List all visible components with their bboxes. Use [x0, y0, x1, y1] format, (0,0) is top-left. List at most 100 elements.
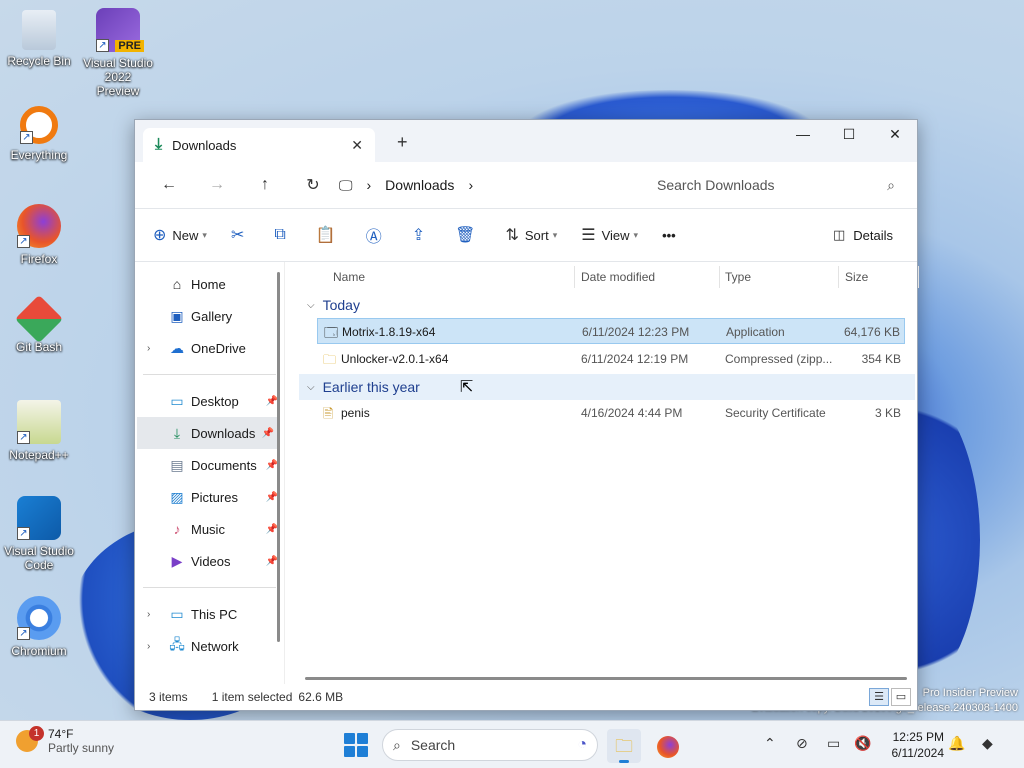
- delete-button[interactable]: 🗑: [455, 225, 481, 245]
- chevron-down-icon: ⌵: [307, 381, 315, 393]
- sidebar-item-gallery[interactable]: ▣ Gallery: [135, 300, 284, 332]
- search-input[interactable]: Search Downloads ⌕: [645, 168, 907, 202]
- column-header-size[interactable]: Size: [845, 270, 868, 284]
- start-button[interactable]: [344, 733, 368, 757]
- chevron-up-icon[interactable]: ⌃: [764, 735, 776, 752]
- volume-icon[interactable]: 🔇: [854, 735, 871, 752]
- chevron-right-icon[interactable]: ›: [147, 343, 150, 354]
- desktop-icon-label: Everything: [10, 148, 68, 162]
- tab-downloads[interactable]: ⤓ Downloads ✕: [143, 128, 375, 162]
- breadcrumb[interactable]: 🖵 › Downloads ›: [339, 168, 635, 202]
- sort-button[interactable]: ⇅ Sort ▾: [505, 225, 557, 245]
- share-button[interactable]: ⇪: [412, 225, 431, 245]
- refresh-button[interactable]: ↻: [289, 175, 337, 195]
- address-bar: ← → ↑ ↻ 🖵 › Downloads › Search Downloads…: [135, 162, 917, 208]
- sidebar-item-home[interactable]: ⌂ Home: [135, 268, 284, 300]
- table-row[interactable]: 🗀 Unlocker-v2.0.1-x64 6/11/2024 12:19 PM…: [317, 346, 905, 372]
- pc-icon[interactable]: 🖵: [339, 177, 353, 194]
- cut-button[interactable]: ✂: [231, 225, 250, 245]
- forward-button[interactable]: →: [193, 176, 241, 194]
- chevron-right-icon[interactable]: ›: [147, 641, 150, 652]
- sidebar-item-network[interactable]: › 🖧 Network: [135, 630, 284, 662]
- column-header-type[interactable]: Type: [725, 270, 751, 284]
- download-icon: ⤓: [155, 136, 163, 153]
- copilot-icon[interactable]: ◆: [982, 735, 993, 752]
- visual-studio-icon: PRE ↗: [96, 8, 144, 52]
- up-button[interactable]: ↑: [241, 176, 289, 194]
- weather-widget[interactable]: 1 74°F Partly sunny: [16, 726, 114, 755]
- application-icon: 🗔: [324, 325, 339, 340]
- close-tab-icon[interactable]: ✕: [351, 137, 363, 154]
- file-size: 3 KB: [874, 406, 901, 420]
- mouse-cursor-icon: ⇱: [459, 379, 474, 396]
- copy-button[interactable]: ⧉: [274, 226, 291, 244]
- view-button[interactable]: ☰ View ▾: [581, 225, 638, 245]
- title-bar: ⤓ Downloads ✕ + — ☐ ✕: [135, 120, 917, 162]
- desktop-icon-firefox[interactable]: ↗ Firefox: [4, 204, 74, 266]
- shortcut-arrow-icon: ↗: [17, 235, 30, 248]
- git-bash-icon: [14, 294, 64, 344]
- new-tab-button[interactable]: +: [397, 132, 408, 153]
- weather-temperature: 74°F: [48, 727, 74, 741]
- videos-icon: ▶: [171, 552, 183, 569]
- desktop-icon-notepad-plus-plus[interactable]: ↗ Notepad++: [4, 400, 74, 462]
- desktop-icon-label: Notepad++: [9, 448, 69, 462]
- display-icon[interactable]: ▭: [827, 735, 840, 752]
- item-count: 3 items: [149, 690, 188, 704]
- pin-icon: 📌: [261, 427, 274, 439]
- taskbar-file-explorer[interactable]: 🗀: [607, 729, 641, 763]
- group-header-today[interactable]: ⌵ Today: [299, 292, 917, 318]
- desktop-icon-chromium[interactable]: ↗ Chromium: [4, 596, 74, 658]
- details-view-button[interactable]: ☰: [869, 688, 889, 706]
- new-button[interactable]: ⊕ New ▾: [153, 225, 207, 245]
- notification-badge: 1: [29, 726, 44, 741]
- certificate-icon: 🖹: [323, 406, 334, 421]
- bell-icon[interactable]: 🔔: [948, 735, 965, 752]
- details-pane-button[interactable]: ◫ Details: [833, 227, 893, 243]
- chevron-right-icon[interactable]: ›: [147, 609, 150, 620]
- column-header-date[interactable]: Date modified: [581, 270, 655, 284]
- desktop-icon-everything[interactable]: ↗ Everything: [4, 106, 74, 162]
- back-button[interactable]: ←: [145, 176, 193, 194]
- vertical-scrollbar[interactable]: [277, 272, 280, 642]
- sidebar-item-documents[interactable]: ▤ Documents 📌: [135, 449, 284, 481]
- pictures-icon: ▨: [170, 488, 184, 505]
- sidebar-item-pictures[interactable]: ▨ Pictures 📌: [135, 481, 284, 513]
- network-icon: 🖧: [169, 636, 185, 652]
- taskbar-firefox[interactable]: [651, 729, 685, 763]
- sidebar-item-downloads[interactable]: ⤓ Downloads 📌: [137, 417, 280, 449]
- table-row[interactable]: 🗔 Motrix-1.8.19-x64 6/11/2024 12:23 PM A…: [317, 318, 905, 344]
- column-header-name[interactable]: Name: [333, 270, 365, 284]
- system-clock[interactable]: 12:25 PM 6/11/2024: [882, 729, 945, 761]
- rename-button[interactable]: Ⓐ: [366, 223, 388, 247]
- desktop-icon-git-bash[interactable]: Git Bash: [4, 294, 74, 354]
- maximize-button[interactable]: ☐: [835, 126, 863, 143]
- table-row[interactable]: 🖹 penis 4/16/2024 4:44 PM Security Certi…: [317, 400, 905, 426]
- sidebar-item-music[interactable]: ♪ Music 📌: [135, 513, 284, 545]
- desktop-icon-vscode[interactable]: ↗ Visual Studio Code: [4, 496, 74, 572]
- paste-button[interactable]: 📋: [316, 225, 342, 245]
- clock-time: 12:25 PM: [892, 730, 944, 744]
- minimize-button[interactable]: —: [789, 126, 817, 142]
- taskbar-search[interactable]: ⌕ Search ◔: [382, 729, 598, 761]
- breadcrumb-downloads[interactable]: Downloads: [385, 177, 454, 193]
- desktop-icon: ▭: [170, 392, 184, 409]
- sidebar-item-desktop[interactable]: ▭ Desktop 📌: [135, 385, 284, 417]
- tiles-view-button[interactable]: ▭: [891, 688, 911, 706]
- desktop-icon-recycle-bin[interactable]: Recycle Bin: [4, 10, 74, 68]
- sidebar-item-onedrive[interactable]: › ☁ OneDrive: [135, 332, 284, 364]
- horizontal-scrollbar[interactable]: [305, 677, 907, 680]
- sort-icon: ⇅: [505, 227, 519, 244]
- sidebar-item-videos[interactable]: ▶ Videos 📌: [135, 545, 284, 577]
- navigation-pane: ⌂ Home ▣ Gallery › ☁ OneDrive ▭ Desktop …: [135, 262, 285, 684]
- more-options-button[interactable]: •••: [662, 228, 676, 243]
- sidebar-item-this-pc[interactable]: › ▭ This PC: [135, 598, 284, 630]
- magnifier-icon: ↗: [20, 106, 58, 144]
- desktop-icon-visual-studio[interactable]: PRE ↗ Visual Studio 2022 Preview: [82, 8, 154, 98]
- network-disconnected-icon[interactable]: ⊘: [796, 735, 808, 752]
- close-window-button[interactable]: ✕: [881, 126, 909, 143]
- group-header-earlier-this-year[interactable]: ⌵ Earlier this year ⇱: [299, 374, 915, 400]
- chevron-right-icon[interactable]: ›: [468, 177, 473, 193]
- column-headers: Name Date modified Type Size: [299, 262, 919, 292]
- chevron-right-icon[interactable]: ›: [367, 177, 372, 193]
